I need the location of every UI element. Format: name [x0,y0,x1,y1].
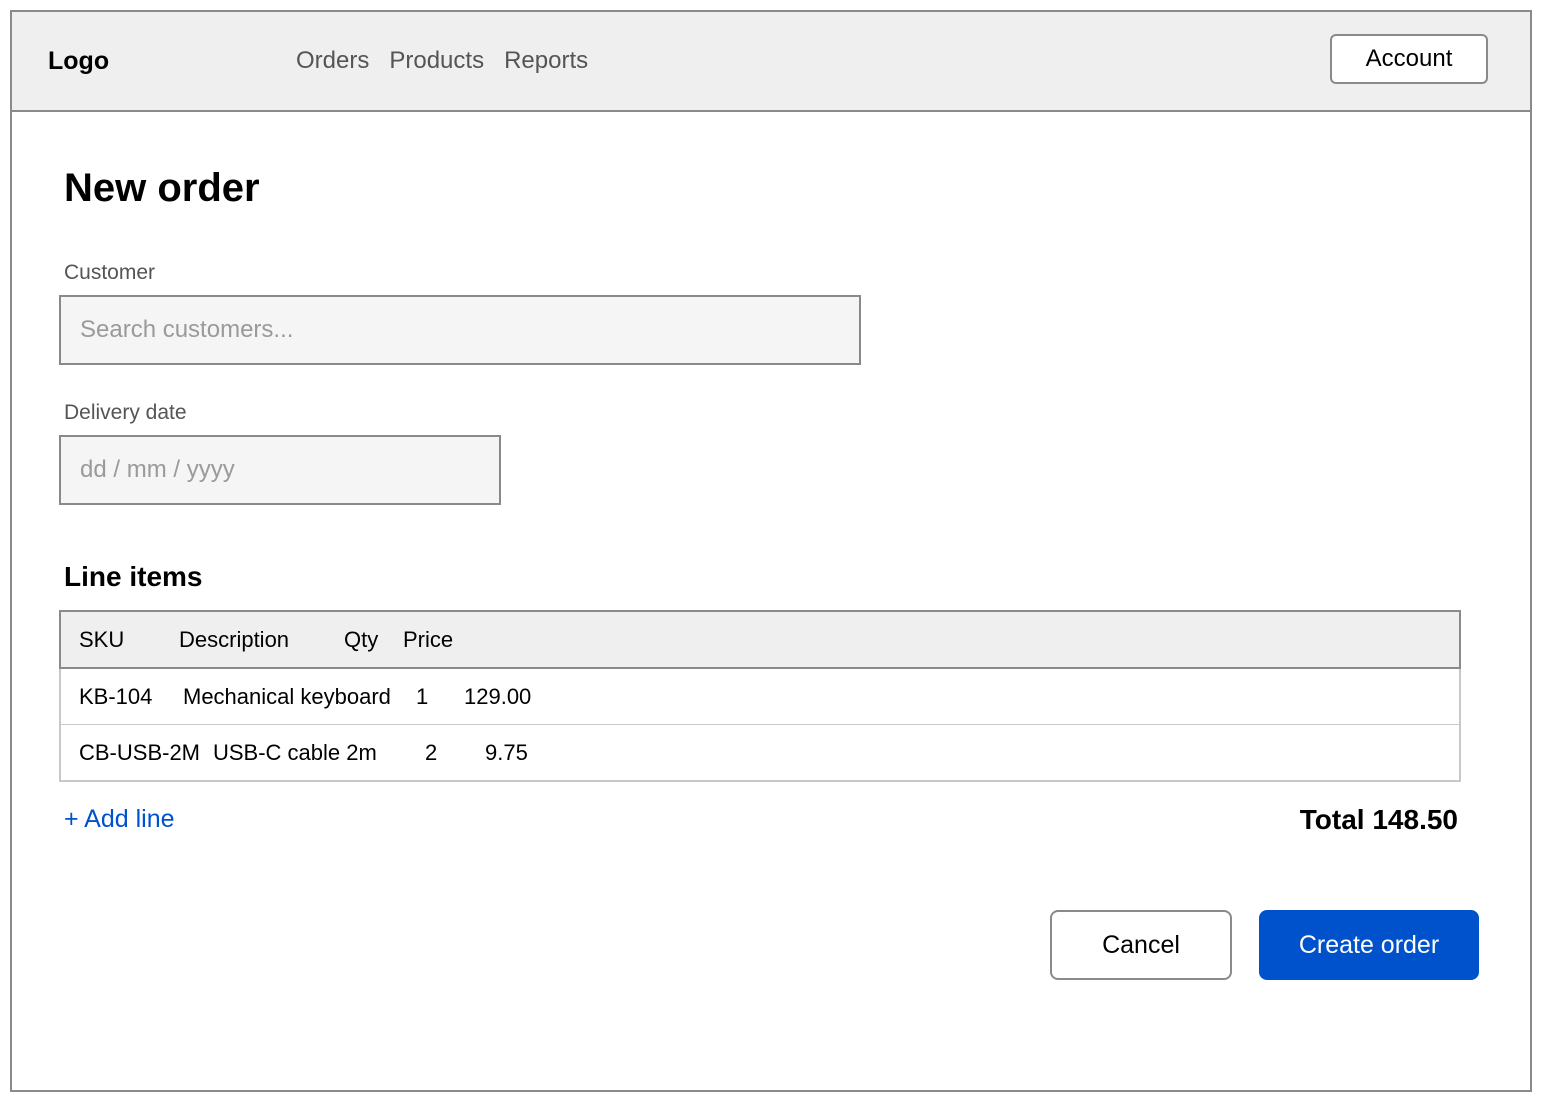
delivery-date-label: Delivery date [64,401,187,424]
customer-label: Customer [64,261,156,284]
nav-reports[interactable]: Reports [504,46,588,76]
cell-description: Mechanical keyboard [183,684,391,709]
line-items-table: SKU Description Qty Price KB-104 Mechani… [59,610,1461,782]
nav-products[interactable]: Products [389,46,484,76]
app-window: Logo Orders Products Reports Account New… [10,10,1532,1092]
table-row[interactable]: CB-USB-2M USB-C cable 2m 2 9.75 [61,724,1459,780]
delivery-date-input[interactable] [59,435,501,505]
create-order-button[interactable]: Create order [1259,910,1479,980]
cell-sku: KB-104 [79,684,153,709]
column-header-sku: SKU [79,627,125,652]
nav-orders[interactable]: Orders [296,46,369,76]
cancel-button[interactable]: Cancel [1050,910,1232,980]
cell-price: 129.00 [464,684,532,709]
cell-price: 9.75 [485,740,528,765]
account-button[interactable]: Account [1330,34,1488,84]
page-title: New order [64,166,260,210]
table-header: SKU Description Qty Price [59,610,1461,669]
order-total: Total 148.50 [1299,804,1458,835]
top-navbar: Logo Orders Products Reports Account [12,12,1530,112]
cell-description: USB-C cable 2m [213,740,377,765]
cell-qty: 1 [416,684,429,709]
column-header-description: Description [179,627,290,652]
customer-search-input[interactable] [59,295,861,365]
logo[interactable]: Logo [48,46,109,76]
main-nav: Orders Products Reports [296,46,588,76]
line-items-title: Line items [64,561,203,592]
column-header-price: Price [403,627,454,652]
column-header-qty: Qty [344,627,379,652]
add-line-link[interactable]: + Add line [64,804,175,834]
table-row[interactable]: KB-104 Mechanical keyboard 1 129.00 [61,669,1459,724]
cell-qty: 2 [425,740,438,765]
cell-sku: CB-USB-2M [79,740,201,765]
